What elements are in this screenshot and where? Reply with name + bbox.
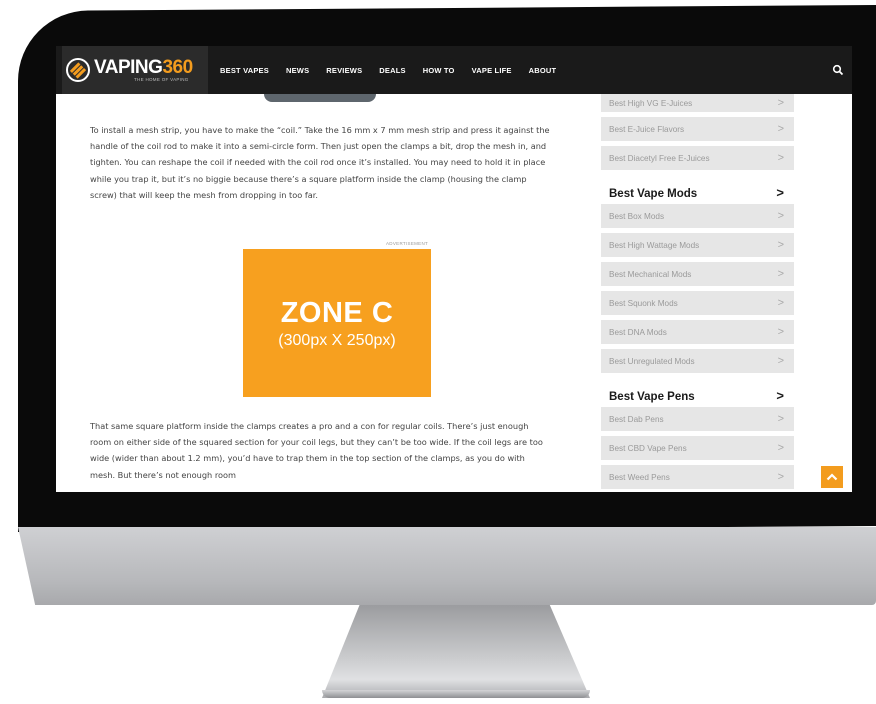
sidebar-item-label: Best High Wattage Mods <box>609 240 700 250</box>
sidebar-item-label: Best Weed Pens <box>609 472 670 482</box>
monitor-stand <box>322 605 590 698</box>
sidebar-item-label: Best CBD Vape Pens <box>609 443 687 453</box>
monitor-stand-base <box>322 690 590 698</box>
chevron-up-icon <box>826 473 838 481</box>
sidebar-item-box-mods[interactable]: Best Box Mods > <box>601 204 794 228</box>
nav-best-vapes[interactable]: BEST VAPES <box>220 66 269 75</box>
nav-reviews[interactable]: REVIEWS <box>326 66 362 75</box>
sidebar-item-label: Best Unregulated Mods <box>609 356 695 366</box>
sidebar-heading-vape-pens[interactable]: Best Vape Pens > <box>601 378 794 407</box>
main-nav: BEST VAPES NEWS REVIEWS DEALS HOW TO VAP… <box>220 66 573 75</box>
scroll-to-top-button[interactable] <box>821 466 843 488</box>
chevron-right-icon: > <box>777 355 784 367</box>
sidebar-item-squonk-mods[interactable]: Best Squonk Mods > <box>601 291 794 315</box>
sidebar-item-label: Best E-Juice Flavors <box>609 124 685 134</box>
logo-tagline: THE HOME OF VAPING <box>134 76 189 82</box>
sidebar-item-label: Best Box Mods <box>609 211 665 221</box>
article-paragraph: That same square platform inside the cla… <box>90 421 543 480</box>
chevron-right-icon: > <box>777 413 784 425</box>
sidebar-heading-label: Best Vape Pens <box>609 391 695 403</box>
ad-title: ZONE C <box>280 296 394 329</box>
nav-how-to[interactable]: HOW TO <box>423 66 455 75</box>
chevron-right-icon: > <box>777 326 784 338</box>
sidebar-item-label: Best Diacetyl Free E-Juices <box>609 153 710 163</box>
chevron-right-icon: > <box>777 152 784 164</box>
sidebar-item-label: Best Squonk Mods <box>609 298 678 308</box>
ad-label: ADVERTISEMENT <box>386 241 429 246</box>
chevron-right-icon: > <box>777 442 784 454</box>
sidebar-item-weed-pens[interactable]: Best Weed Pens > <box>601 465 794 489</box>
sidebar-item-e-juice-flavors[interactable]: Best E-Juice Flavors > <box>601 117 794 141</box>
sidebar-item-high-wattage-mods[interactable]: Best High Wattage Mods > <box>601 233 794 257</box>
sidebar-item-diacetyl-free-e-juices[interactable]: Best Diacetyl Free E-Juices > <box>601 146 794 170</box>
chevron-right-icon: > <box>776 185 784 200</box>
sidebar-item-label: Best Mechanical Mods <box>609 269 692 279</box>
nav-deals[interactable]: DEALS <box>379 66 405 75</box>
sidebar-item-mechanical-mods[interactable]: Best Mechanical Mods > <box>601 262 794 286</box>
sidebar-item-label: Best DNA Mods <box>609 327 667 337</box>
article-body: To install a mesh strip, you have to mak… <box>90 122 550 203</box>
chevron-right-icon: > <box>776 388 784 403</box>
site-logo[interactable]: VAPING360 THE HOME OF VAPING <box>62 46 208 94</box>
monitor-chin <box>18 527 876 605</box>
ad-size: (300px X 250px) <box>278 331 396 349</box>
chevron-right-icon: > <box>777 471 784 483</box>
search-icon[interactable] <box>832 64 844 76</box>
ad-zone[interactable]: ZONE C (300px X 250px) <box>243 249 431 397</box>
sidebar-item-high-vg-e-juices[interactable]: Best High VG E-Juices > <box>601 94 794 112</box>
top-navbar: VAPING360 THE HOME OF VAPING BEST VAPES … <box>56 46 852 94</box>
chevron-right-icon: > <box>777 268 784 280</box>
nav-vape-life[interactable]: VAPE LIFE <box>472 66 512 75</box>
nav-news[interactable]: NEWS <box>286 66 309 75</box>
chevron-right-icon: > <box>777 210 784 222</box>
sidebar-heading-vape-mods[interactable]: Best Vape Mods > <box>601 175 794 204</box>
sidebar-item-cbd-vape-pens[interactable]: Best CBD Vape Pens > <box>601 436 794 460</box>
sidebar-heading-label: Best Vape Mods <box>609 188 698 200</box>
sidebar: Best High VG E-Juices > Best E-Juice Fla… <box>601 94 794 492</box>
screen: VAPING360 THE HOME OF VAPING BEST VAPES … <box>56 46 852 492</box>
sidebar-item-dna-mods[interactable]: Best DNA Mods > <box>601 320 794 344</box>
chevron-right-icon: > <box>777 297 784 309</box>
chevron-right-icon: > <box>777 239 784 251</box>
logo-mark-icon <box>66 58 90 82</box>
sidebar-item-label: Best Dab Pens <box>609 414 664 424</box>
article-paragraph: To install a mesh strip, you have to mak… <box>90 125 550 200</box>
chevron-right-icon: > <box>777 123 784 135</box>
sidebar-item-label: Best High VG E-Juices <box>609 98 693 108</box>
article-body-continued: That same square platform inside the cla… <box>90 418 550 483</box>
nav-about[interactable]: ABOUT <box>529 66 557 75</box>
logo-text: VAPING360 <box>94 56 193 78</box>
sidebar-item-dab-pens[interactable]: Best Dab Pens > <box>601 407 794 431</box>
sidebar-item-unregulated-mods[interactable]: Best Unregulated Mods > <box>601 349 794 373</box>
chevron-right-icon: > <box>777 97 784 109</box>
product-image <box>264 94 376 102</box>
